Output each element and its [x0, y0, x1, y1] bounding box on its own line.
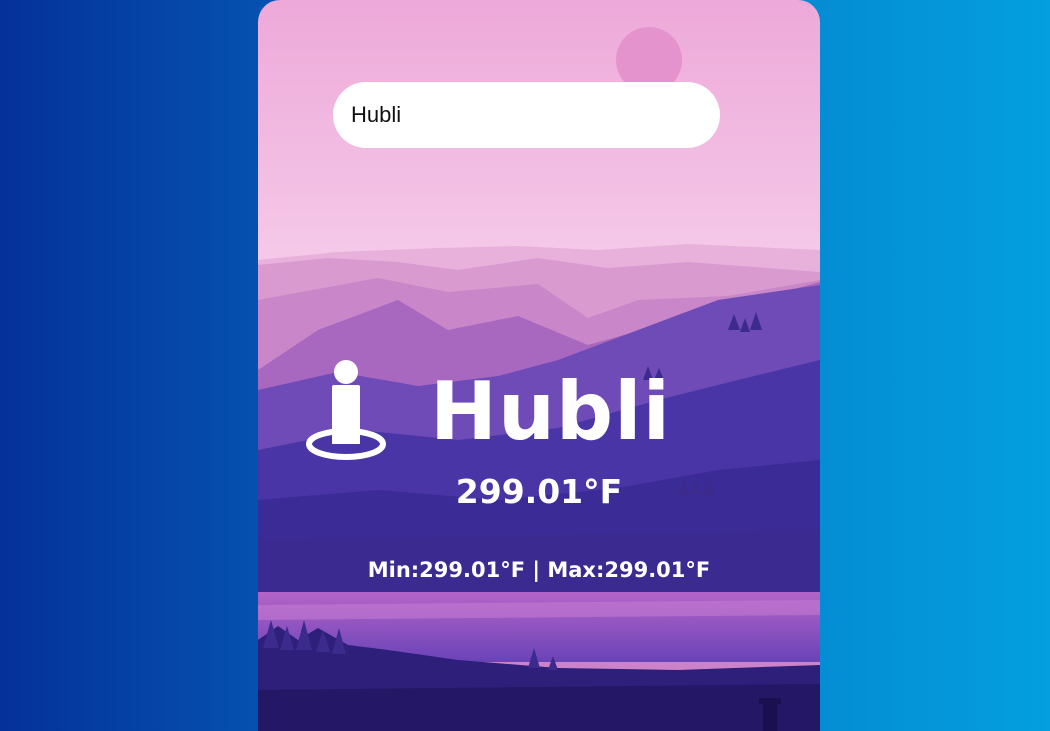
- min-max-temperature: Min:299.01°F | Max:299.01°F: [367, 558, 711, 582]
- city-name: Hubli: [430, 365, 672, 458]
- person-pin-icon: [306, 360, 386, 460]
- current-temperature: 299.01°F: [455, 472, 623, 511]
- location-header: Hubli: [304, 360, 784, 460]
- weather-card: Hubli 299.01°F Min:299.01°F | Max:299.01…: [258, 0, 820, 731]
- city-search-input[interactable]: [333, 82, 720, 148]
